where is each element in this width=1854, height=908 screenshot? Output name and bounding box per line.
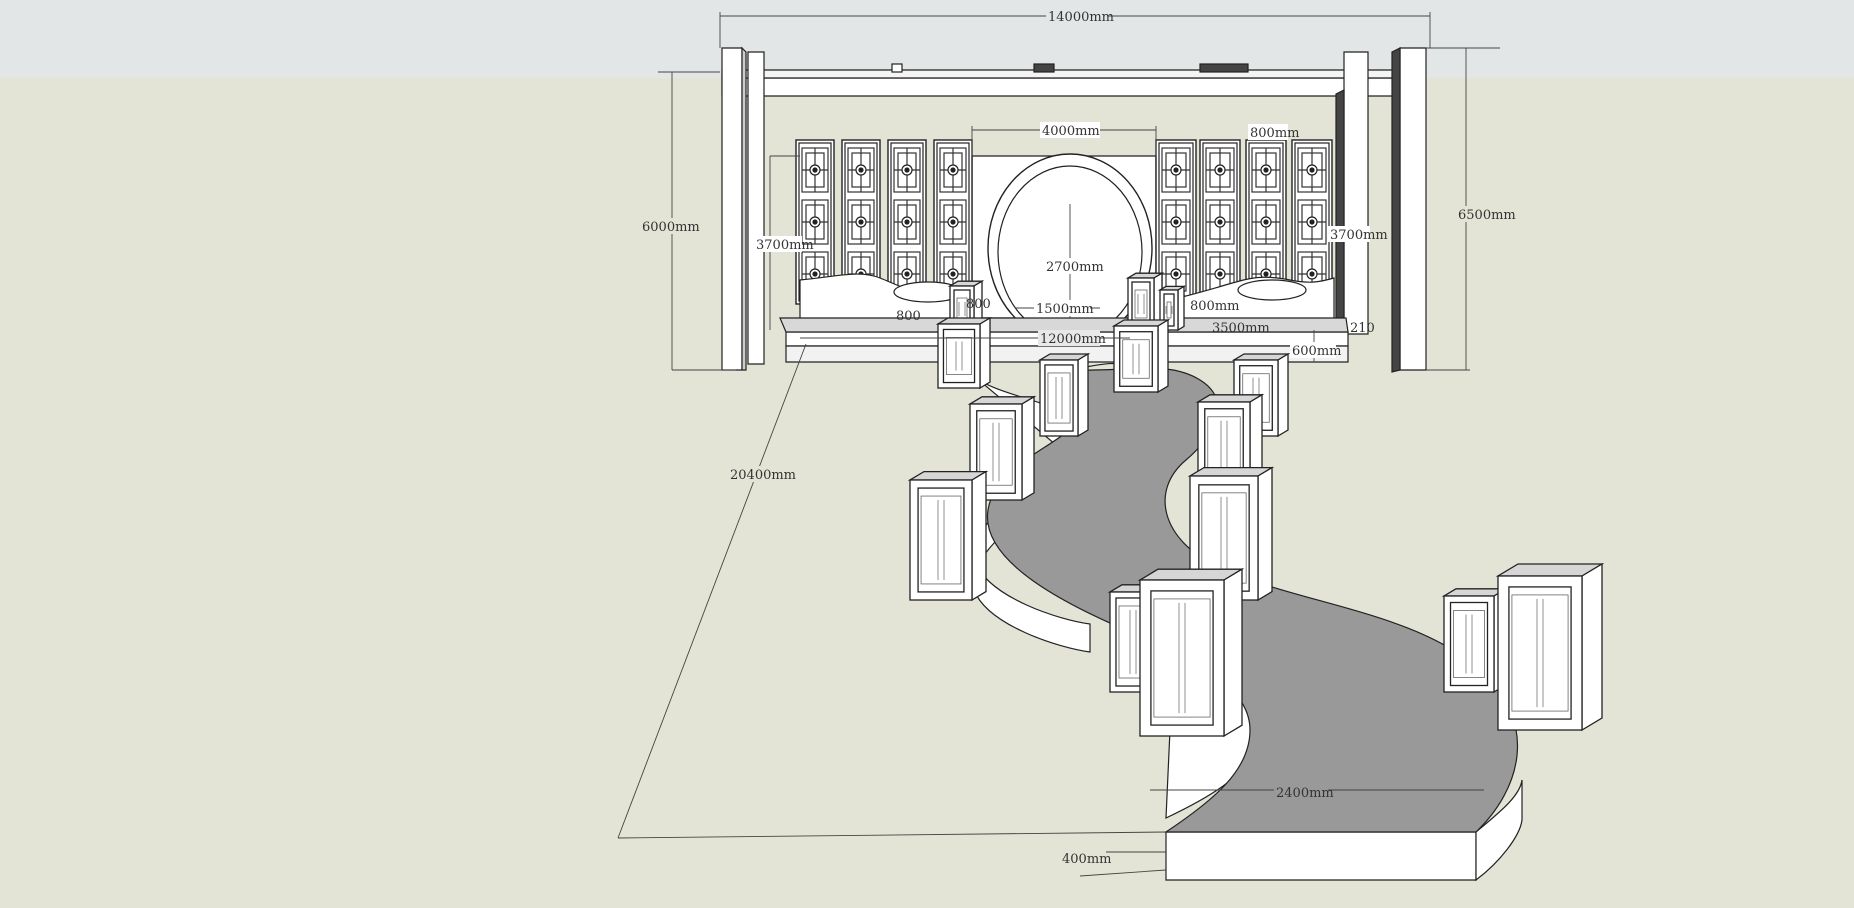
lattice-panel [933, 139, 973, 305]
lantern-pillar [1037, 352, 1091, 438]
dim-right-stage: 3500mm [1212, 321, 1270, 336]
dim-arch-height: 2700mm [1046, 260, 1104, 275]
lantern-pillar [1137, 568, 1245, 738]
lantern-pillar [907, 470, 989, 602]
lantern-pillar [1441, 587, 1509, 694]
sketchup-viewport[interactable]: 14000mm 6000mm 6500mm 4000mm 800mm 3700m… [0, 0, 1854, 904]
lantern-pillar [935, 316, 993, 390]
lattice-panel [887, 139, 927, 305]
dim-left-height: 6000mm [642, 220, 700, 235]
model-scene: 14000mm 6000mm 6500mm 4000mm 800mm 3700m… [0, 0, 1854, 904]
dim-runway-width: 2400mm [1276, 786, 1334, 801]
dim-runway-length: 20400mm [730, 468, 796, 483]
sky [0, 0, 1854, 78]
dim-stage-height: 600mm [1292, 344, 1341, 359]
dim-overall-width: 14000mm [1048, 10, 1114, 25]
lattice-panel [1199, 139, 1241, 305]
dim-screen-height-right: 3700mm [1330, 228, 1388, 243]
dim-door-width: 1500mm [1036, 302, 1094, 317]
dim-right-step: 800mm [1190, 299, 1239, 314]
dim-stage-width: 12000mm [1040, 332, 1106, 347]
dim-panel-width: 800mm [1250, 126, 1299, 141]
lantern-pillar [1495, 562, 1605, 732]
dim-left-step: 800 [896, 309, 921, 324]
dim-left-step-b: 800 [966, 297, 991, 312]
lattice-panel [1291, 139, 1333, 305]
dim-edge-210: 210 [1350, 321, 1375, 336]
dim-runway-height: 400mm [1062, 852, 1111, 867]
dim-screen-height: 3700mm [756, 238, 814, 253]
lantern-pillar [1111, 318, 1171, 394]
dim-right-height: 6500mm [1458, 208, 1516, 223]
dim-arch-width: 4000mm [1042, 124, 1100, 139]
